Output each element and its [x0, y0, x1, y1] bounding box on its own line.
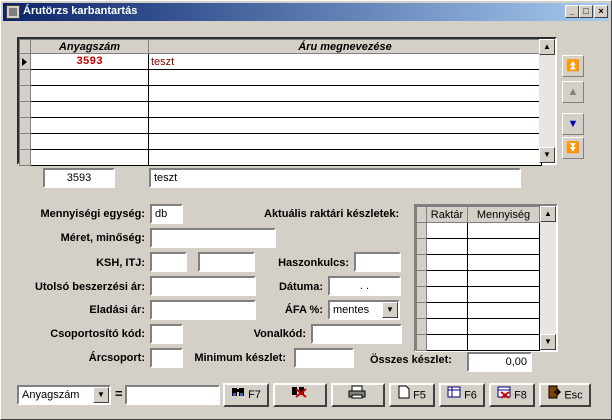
- delete-record-button[interactable]: F8: [489, 383, 535, 407]
- vat-value: mentes: [333, 304, 370, 316]
- close-button[interactable]: ×: [594, 5, 608, 18]
- items-grid[interactable]: Anyagszám Áru megnevezése 3593 teszt ▲ ▼: [17, 37, 557, 166]
- margin-label: Haszonkulcs:: [278, 257, 349, 269]
- lastbuy-label: Utolsó beszerzési ár:: [34, 281, 145, 293]
- edit-table-icon: [447, 385, 461, 406]
- prev-record-button[interactable]: ▲: [562, 81, 584, 103]
- edit-record-button[interactable]: F6: [439, 383, 485, 407]
- itj-field[interactable]: [198, 252, 255, 272]
- barcode-field[interactable]: [311, 324, 402, 344]
- date-label: Dátuma:: [278, 281, 323, 293]
- column-header-code[interactable]: Anyagszám: [30, 39, 149, 54]
- row-indicator-icon: [19, 53, 31, 70]
- unit-label: Mennyiségi egység:: [40, 208, 145, 220]
- barcode-label: Vonalkód:: [253, 328, 306, 340]
- search-field-select[interactable]: Anyagszám ▼: [17, 385, 111, 405]
- stock-scroll-down-icon[interactable]: ▼: [540, 334, 556, 350]
- group-label: Csoportosító kód:: [50, 328, 145, 340]
- stock-grid-corner: [416, 206, 427, 223]
- table-row[interactable]: 3593 teszt: [19, 53, 542, 70]
- print-button[interactable]: [331, 383, 385, 407]
- binoculars-cancel-icon: [290, 385, 308, 406]
- title-bar: Árutörzs karbantartás _ □ ×: [3, 3, 609, 21]
- grid-corner: [19, 39, 31, 54]
- exit-button[interactable]: Esc: [539, 383, 591, 407]
- total-stock-label: Összes készlet:: [370, 354, 452, 366]
- find-button[interactable]: F7: [223, 383, 269, 407]
- chevron-down-icon[interactable]: ▼: [93, 387, 109, 403]
- search-input[interactable]: [125, 385, 220, 405]
- binoculars-icon: [231, 385, 245, 405]
- search-field-value: Anyagszám: [22, 389, 80, 401]
- stock-row[interactable]: [416, 238, 540, 255]
- total-stock-field: 0,00: [467, 352, 532, 372]
- next-record-button[interactable]: ▼: [562, 113, 584, 135]
- new-document-icon: [398, 385, 410, 406]
- margin-field[interactable]: [354, 252, 401, 272]
- table-row[interactable]: [19, 69, 542, 86]
- date-field[interactable]: . .: [328, 276, 401, 296]
- ksh-field[interactable]: [150, 252, 187, 272]
- stock-scroll-up-icon[interactable]: ▲: [540, 206, 556, 222]
- chevron-down-icon[interactable]: ▼: [382, 302, 398, 318]
- current-code-field[interactable]: 3593: [43, 168, 115, 188]
- minimize-button[interactable]: _: [565, 5, 579, 18]
- maximize-button[interactable]: □: [579, 5, 593, 18]
- scroll-up-icon[interactable]: ▲: [539, 39, 555, 55]
- sale-field[interactable]: [150, 300, 256, 320]
- column-header-name[interactable]: Áru megnevezése: [148, 39, 542, 54]
- ksh-label: KSH, ITJ:: [96, 257, 145, 269]
- equals-sign: =: [115, 386, 123, 401]
- table-row[interactable]: [19, 85, 542, 102]
- table-row[interactable]: [19, 133, 542, 150]
- new-record-button[interactable]: F5: [389, 383, 435, 407]
- stock-row[interactable]: [416, 222, 540, 239]
- pricegroup-label: Árcsoport:: [88, 352, 145, 364]
- clear-find-button[interactable]: [273, 383, 327, 407]
- grid-scrollbar[interactable]: ▲ ▼: [539, 39, 555, 163]
- current-name-field[interactable]: teszt: [149, 168, 521, 188]
- app-icon: [6, 5, 20, 19]
- stock-row[interactable]: [416, 254, 540, 271]
- minstock-field[interactable]: [294, 348, 354, 368]
- vat-label: ÁFA %:: [284, 304, 323, 316]
- stock-title: Aktuális raktári készletek:: [264, 208, 400, 220]
- window-title: Árutörzs karbantartás: [23, 5, 138, 17]
- stock-row[interactable]: [416, 334, 540, 351]
- stock-row[interactable]: [416, 286, 540, 303]
- stock-row[interactable]: [416, 302, 540, 319]
- exit-door-icon: [547, 385, 562, 406]
- table-row[interactable]: [19, 149, 542, 166]
- stock-grid[interactable]: Raktár Mennyiség ▲ ▼: [414, 204, 558, 352]
- stock-column-warehouse[interactable]: Raktár: [426, 206, 468, 223]
- stock-row[interactable]: [416, 318, 540, 335]
- pricegroup-field[interactable]: [150, 348, 183, 368]
- size-label: Méret, minőség:: [60, 232, 145, 244]
- stock-row[interactable]: [416, 270, 540, 287]
- printer-icon: [348, 385, 366, 406]
- unit-field[interactable]: db: [150, 204, 183, 224]
- table-row[interactable]: [19, 101, 542, 118]
- main-window: Árutörzs karbantartás _ □ × Anyagszám Ár…: [0, 0, 612, 420]
- stock-column-quantity[interactable]: Mennyiség: [467, 206, 540, 223]
- delete-table-icon: [497, 385, 511, 406]
- minstock-label: Minimum készlet:: [194, 352, 286, 364]
- first-record-button[interactable]: ⏫: [562, 55, 584, 77]
- vat-select[interactable]: mentes ▼: [328, 300, 400, 320]
- last-record-button[interactable]: ⏬: [562, 137, 584, 159]
- table-row[interactable]: [19, 117, 542, 134]
- stock-scrollbar[interactable]: ▲ ▼: [540, 206, 556, 350]
- sale-label: Eladási ár:: [89, 304, 145, 316]
- lastbuy-field[interactable]: [150, 276, 256, 296]
- cell-code[interactable]: 3593: [30, 53, 149, 70]
- size-field[interactable]: [150, 228, 276, 248]
- cell-name[interactable]: teszt: [148, 53, 542, 70]
- group-field[interactable]: [150, 324, 183, 344]
- scroll-down-icon[interactable]: ▼: [539, 147, 555, 163]
